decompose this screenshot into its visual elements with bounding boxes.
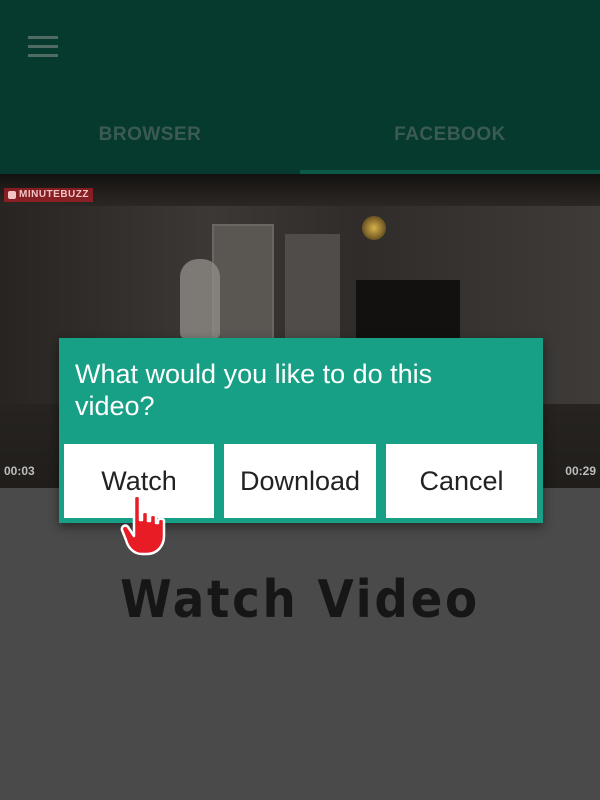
download-button[interactable]: Download xyxy=(224,444,376,518)
watermark-text: MINUTEBUZZ xyxy=(19,189,89,200)
tab-facebook[interactable]: FACEBOOK xyxy=(300,100,600,170)
video-frame-tv xyxy=(356,280,460,340)
total-duration: 00:29 xyxy=(565,464,596,478)
tab-browser[interactable]: BROWSER xyxy=(0,100,300,170)
elapsed-time: 00:03 xyxy=(4,464,35,478)
video-frame-door-2 xyxy=(285,234,340,344)
watermark-logo-icon xyxy=(8,191,16,199)
tab-bar: BROWSER FACEBOOK xyxy=(0,100,600,174)
app-bar: BROWSER FACEBOOK xyxy=(0,0,600,174)
hamburger-menu-icon[interactable] xyxy=(28,36,60,60)
video-frame-door xyxy=(212,224,274,348)
watch-video-headline: Watch Video xyxy=(120,570,480,630)
watermark-badge: MINUTEBUZZ xyxy=(4,188,93,202)
cancel-button[interactable]: Cancel xyxy=(386,444,537,518)
video-frame-person xyxy=(180,259,220,339)
video-frame-lamp xyxy=(362,216,386,240)
dialog-title: What would you like to do this video? xyxy=(75,359,433,421)
pointing-hand-cursor-icon xyxy=(120,494,166,556)
